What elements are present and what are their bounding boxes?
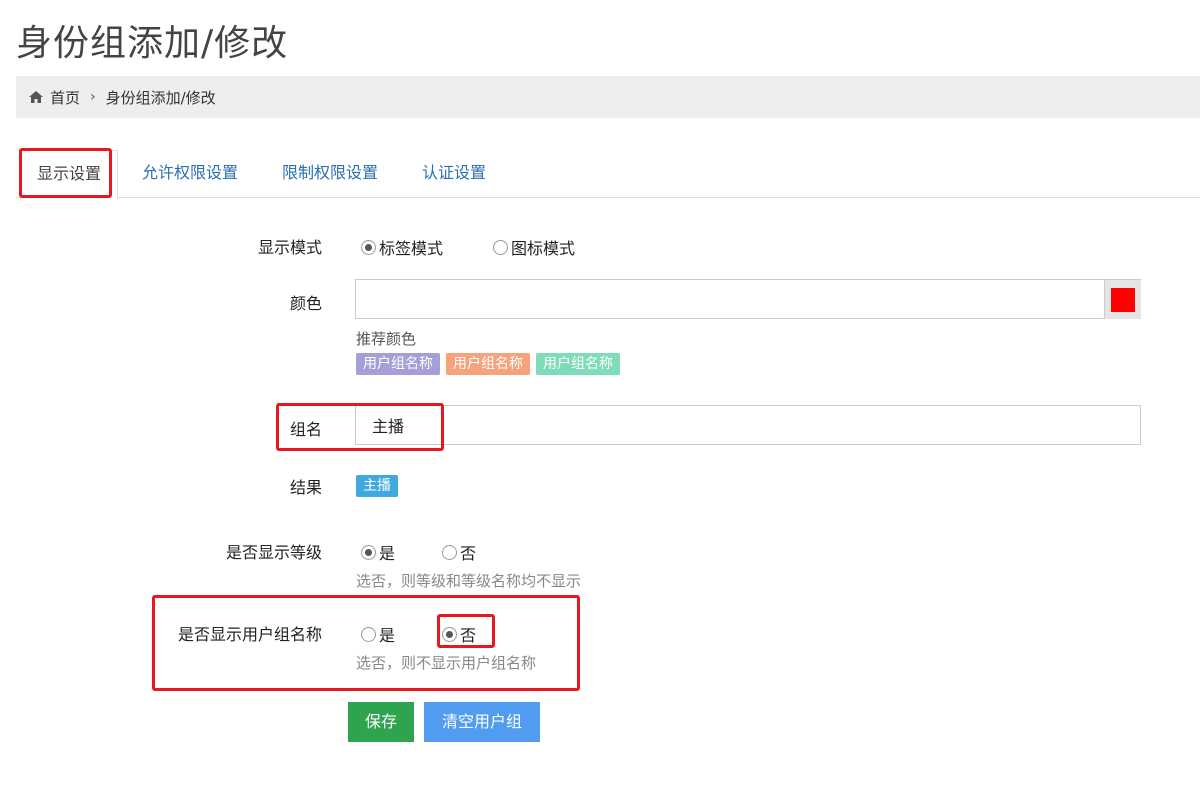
show-group-name-no-radio[interactable]: 否 xyxy=(442,622,476,646)
breadcrumb-separator: › xyxy=(90,89,96,105)
recommend-color-chip-green[interactable]: 用户组名称 xyxy=(536,353,620,375)
tab-verification[interactable]: 认证设置 xyxy=(406,150,502,198)
show-level-help: 选否，则等级和等级名称均不显示 xyxy=(356,572,582,590)
recommend-color-chip-purple[interactable]: 用户组名称 xyxy=(356,353,440,375)
tab-restrict-permissions[interactable]: 限制权限设置 xyxy=(266,150,394,198)
breadcrumb-home[interactable]: 首页 xyxy=(50,87,80,108)
show-level-yes-radio[interactable]: 是 xyxy=(361,540,395,564)
page-title: 身份组添加/修改 xyxy=(16,23,289,64)
result-label: 结果 xyxy=(289,478,322,497)
show-level-label: 是否显示等级 xyxy=(225,543,322,562)
radio-unchecked-icon xyxy=(361,626,376,642)
group-name-input[interactable]: 主播 xyxy=(355,405,1141,445)
breadcrumb: 首页 › 身份组添加/修改 xyxy=(16,76,1200,118)
radio-label: 否 xyxy=(460,626,477,645)
tab-allow-permissions[interactable]: 允许权限设置 xyxy=(126,150,254,198)
recommend-color-chip-orange[interactable]: 用户组名称 xyxy=(446,353,530,375)
tab-bar: 显示设置 允许权限设置 限制权限设置 认证设置 xyxy=(16,144,1200,199)
show-group-name-label: 是否显示用户组名称 xyxy=(177,625,322,644)
radio-label: 否 xyxy=(460,544,477,563)
recommend-color-label: 推荐颜色 xyxy=(356,330,417,348)
radio-label: 是 xyxy=(379,626,396,645)
tab-display-settings[interactable]: 显示设置 xyxy=(20,150,119,199)
radio-label: 是 xyxy=(379,544,396,563)
radio-label: 标签模式 xyxy=(379,239,444,258)
color-picker-button[interactable] xyxy=(1104,280,1141,319)
clear-group-button[interactable]: 清空用户组 xyxy=(424,702,540,742)
result-badge: 主播 xyxy=(356,475,398,497)
show-group-name-yes-radio[interactable]: 是 xyxy=(361,622,395,646)
show-group-name-help: 选否，则不显示用户组名称 xyxy=(356,654,537,672)
display-mode-tag-radio[interactable]: 标签模式 xyxy=(361,235,443,259)
display-mode-icon-radio[interactable]: 图标模式 xyxy=(493,235,575,259)
color-swatch xyxy=(1111,287,1135,312)
save-button[interactable]: 保存 xyxy=(348,702,414,742)
radio-unchecked-icon xyxy=(442,544,457,560)
group-name-label: 组名 xyxy=(289,420,322,439)
radio-checked-icon xyxy=(442,626,457,642)
color-input[interactable] xyxy=(355,279,1141,319)
show-level-no-radio[interactable]: 否 xyxy=(442,540,476,564)
display-mode-label: 显示模式 xyxy=(257,238,322,257)
home-icon[interactable] xyxy=(28,90,44,104)
radio-checked-icon xyxy=(361,239,376,255)
color-label: 颜色 xyxy=(289,294,322,313)
radio-checked-icon xyxy=(361,544,376,560)
breadcrumb-current: 身份组添加/修改 xyxy=(105,88,216,107)
radio-label: 图标模式 xyxy=(511,239,576,258)
radio-unchecked-icon xyxy=(493,239,508,255)
